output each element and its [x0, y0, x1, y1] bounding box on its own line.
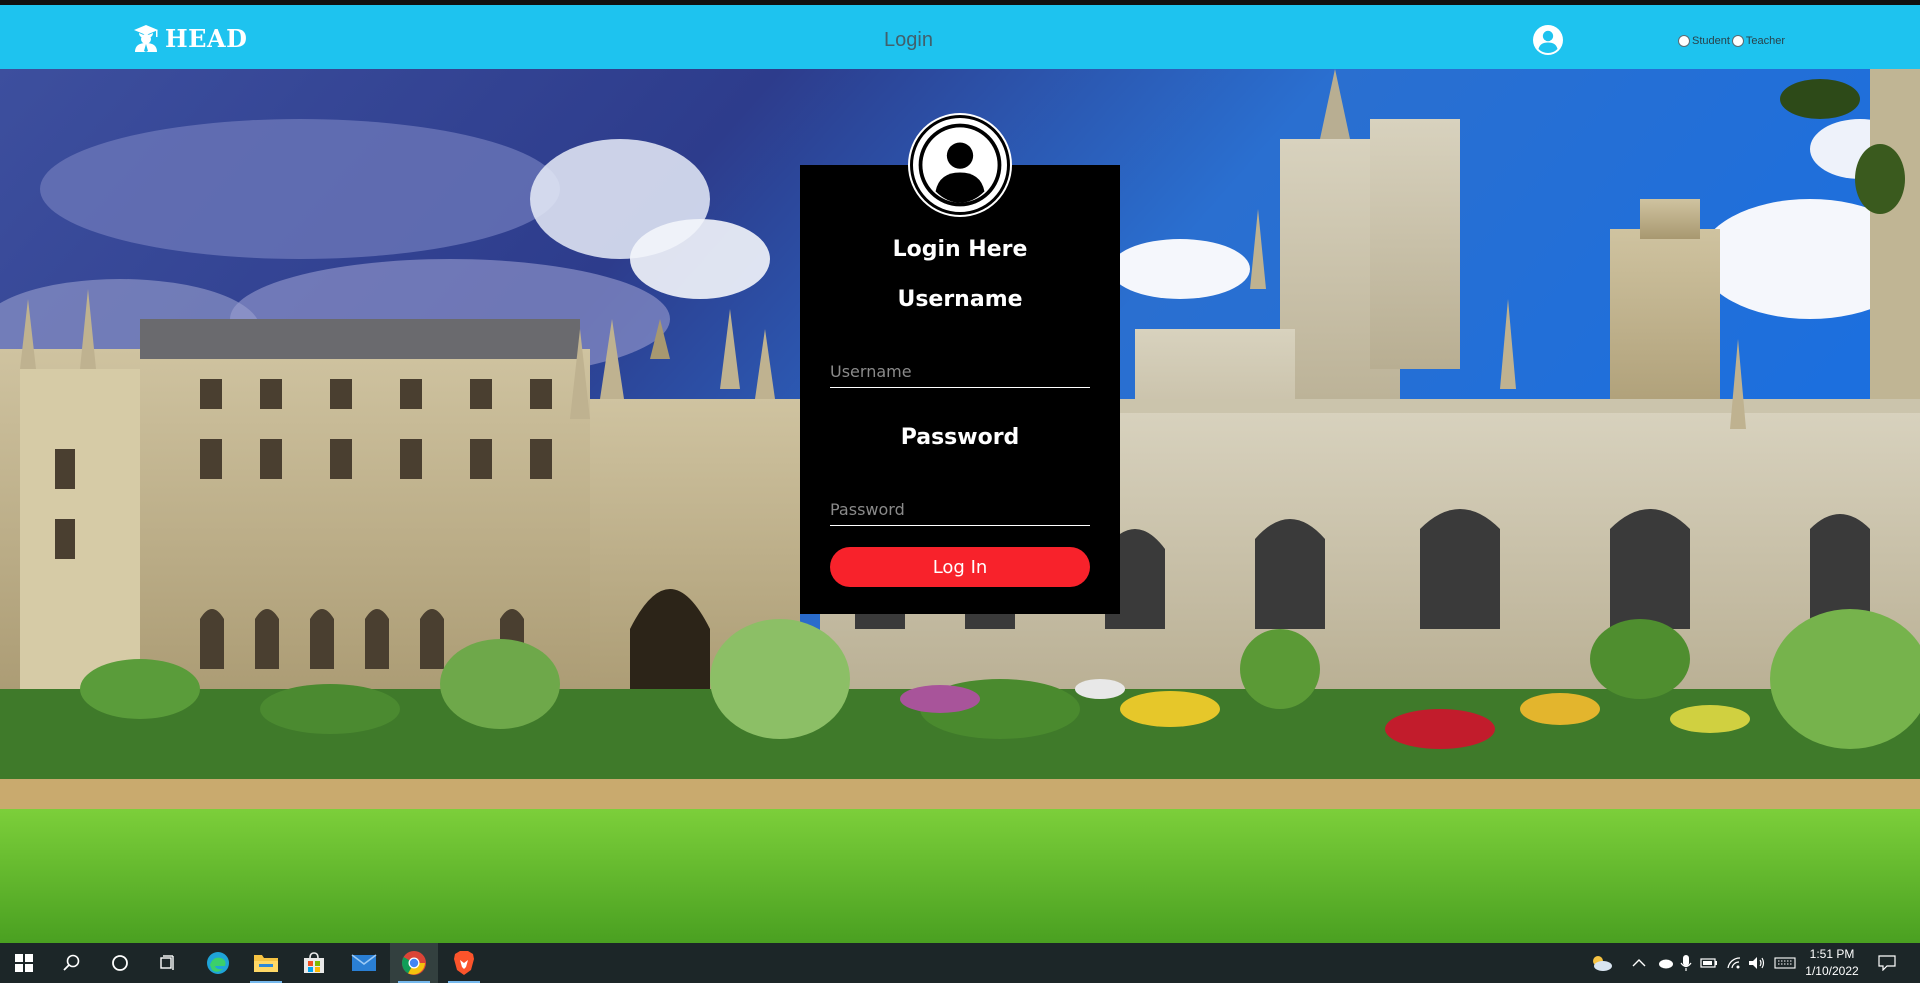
task-view-icon: [160, 955, 174, 970]
store-button[interactable]: [290, 943, 338, 983]
brave-icon: [454, 951, 474, 975]
battery-icon: [1700, 958, 1717, 968]
clock-date: 1/10/2022: [1805, 964, 1859, 978]
teacher-radio-label: Teacher: [1745, 35, 1786, 47]
file-explorer-button[interactable]: [242, 943, 290, 983]
microphone-tray[interactable]: [1680, 943, 1692, 983]
keyboard-icon: [1774, 957, 1796, 969]
cortana-icon: [112, 955, 128, 971]
mail-button[interactable]: [340, 943, 388, 983]
store-icon: [304, 952, 324, 973]
action-center-button[interactable]: [1878, 943, 1896, 983]
wifi-tray[interactable]: [1726, 943, 1742, 983]
show-hidden-icons-button[interactable]: [1632, 943, 1646, 983]
file-explorer-icon: [254, 955, 278, 972]
login-button[interactable]: Log In: [830, 547, 1090, 587]
student-radio-label: Student: [1692, 35, 1730, 47]
speaker-icon: [1749, 957, 1765, 969]
mail-icon: [351, 954, 377, 971]
chrome-button[interactable]: [390, 943, 438, 983]
windows-taskbar: 1:51 PM 1/10/2022: [0, 943, 1920, 983]
student-radio[interactable]: [1678, 35, 1690, 47]
top-nav-bar: HEAD Login Student Teacher: [0, 5, 1920, 69]
login-avatar: [910, 115, 1010, 215]
brand-logo[interactable]: HEAD: [133, 23, 247, 53]
microphone-icon: [1680, 955, 1692, 971]
password-input[interactable]: [830, 494, 1090, 526]
chevron-up-icon: [1632, 959, 1646, 967]
edge-button[interactable]: [194, 943, 242, 983]
keyboard-tray[interactable]: [1774, 943, 1796, 983]
login-title: Login Here: [892, 237, 1028, 262]
password-label: Password: [900, 425, 1020, 450]
windows-logo-icon: [15, 954, 33, 972]
search-button[interactable]: [48, 943, 96, 983]
start-button[interactable]: [0, 943, 48, 983]
teacher-radio[interactable]: [1731, 35, 1744, 47]
chrome-icon: [401, 951, 426, 975]
page-title: Login: [884, 29, 933, 51]
username-input[interactable]: [830, 356, 1090, 388]
battery-tray[interactable]: [1700, 943, 1718, 983]
cortana-button[interactable]: [96, 943, 144, 983]
brand-name: HEAD: [165, 23, 248, 53]
weather-widget[interactable]: [1588, 943, 1614, 983]
role-selector: Student Teacher: [1678, 35, 1787, 47]
task-view-button[interactable]: [144, 943, 192, 983]
clock-time: 1:51 PM: [1809, 947, 1855, 961]
user-account-icon[interactable]: [1533, 25, 1563, 55]
onedrive-cloud-icon: [1659, 959, 1673, 969]
system-clock[interactable]: 1:51 PM 1/10/2022: [1800, 946, 1864, 980]
weather-cloud-icon: [1593, 956, 1612, 971]
username-label: Username: [897, 287, 1023, 312]
search-icon: [63, 954, 80, 971]
volume-tray[interactable]: [1748, 943, 1766, 983]
onedrive-tray[interactable]: [1656, 943, 1674, 983]
brave-button[interactable]: [440, 943, 488, 983]
edge-icon: [207, 952, 229, 974]
user-avatar-icon: [918, 123, 1002, 207]
wifi-icon: [1727, 957, 1741, 969]
graduate-icon: [134, 25, 158, 52]
notification-icon: [1878, 955, 1896, 971]
